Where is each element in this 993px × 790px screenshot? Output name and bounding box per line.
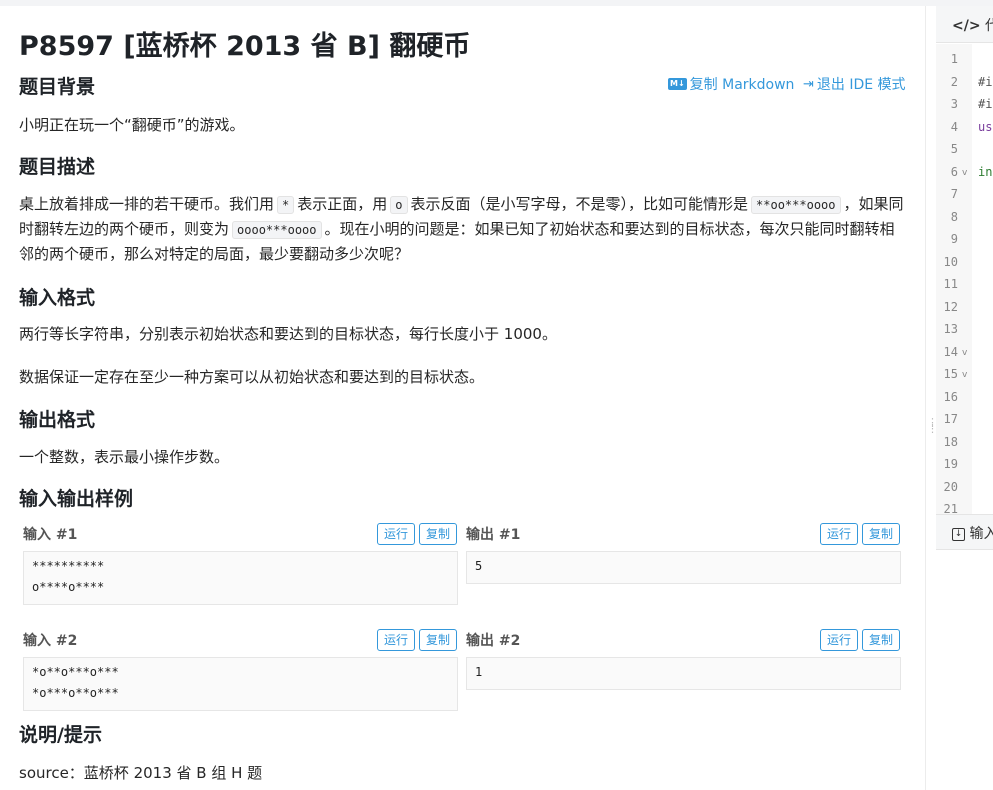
line-number: 18 [943,435,958,449]
sample-input-1: ********** o****o**** [23,551,458,605]
line-number: 15 [943,367,958,381]
code-line: us [978,120,993,134]
line-number: 20 [943,480,958,494]
line-number: 9 [950,232,958,246]
exit-ide-button[interactable]: ⇥ 退出 IDE 模式 [803,74,906,94]
section-heading-hint: 说明/提示 [19,724,102,746]
exit-ide-label: 退出 IDE 模式 [816,77,906,93]
run-button-output-1[interactable]: 运行 [820,523,858,545]
run-button-input-1[interactable]: 运行 [377,523,415,545]
line-number: 13 [943,322,958,336]
section-heading-input-format: 输入格式 [19,287,96,309]
fold-arrow-icon[interactable]: v [962,370,967,380]
line-number: 4 [950,120,958,134]
line-number: 8 [950,210,958,224]
sample-input-1-label: 输入 #1 [23,527,78,543]
line-number: 7 [950,187,958,201]
code-editor[interactable]: 1 2 3 4 5 6 v 7 8 9 10 11 12 13 14 v 15 … [936,44,993,516]
page-title: P8597 [蓝桥杯 2013 省 B] 翻硬币 [19,31,471,62]
line-number: 1 [950,52,958,66]
input-format-text-1: 两行等长字符串，分别表示初始状态和要达到的目标状态，每行长度小于 1000。 [19,325,557,343]
line-gutter: 1 2 3 4 5 6 v 7 8 9 10 11 12 13 14 v 15 … [936,44,972,516]
line-number: 14 [943,345,958,359]
copy-button-output-1[interactable]: 复制 [862,523,900,545]
markdown-icon: M↓ [668,78,687,90]
code-tab-label: 代 [985,18,993,34]
run-button-input-2[interactable]: 运行 [377,629,415,651]
input-tab-label: 输入 [969,526,993,542]
line-number: 16 [943,390,958,404]
line-number: 3 [950,97,958,111]
code-area[interactable]: #i #i us in [972,44,993,514]
input-format-text-2: 数据保证一定存在至少一种方案可以从初始状态和要达到的目标状态。 [19,368,485,386]
output-format-text: 一个整数，表示最小操作步数。 [19,448,230,466]
background-text: 小明正在玩一个“翻硬币”的游戏。 [19,116,245,134]
line-number: 5 [950,142,958,156]
line-number: 12 [943,300,958,314]
copy-markdown-button[interactable]: M↓ 复制 Markdown [668,74,794,94]
line-number: 17 [943,412,958,426]
ide-panel: </> 代 1 2 3 4 5 6 v 7 8 9 10 11 12 13 14… [936,6,993,790]
line-number: 10 [943,255,958,269]
hint-text: source：蓝桥杯 2013 省 B 组 H 题 [19,764,263,782]
inline-code-o: o [390,196,408,214]
inline-code-star: * [277,196,295,214]
copy-button-output-2[interactable]: 复制 [862,629,900,651]
code-tab[interactable]: </> 代 [936,6,993,43]
sample-input-2: *o**o***o*** *o***o**o*** [23,657,458,711]
copy-button-input-2[interactable]: 复制 [419,629,457,651]
section-heading-description: 题目描述 [19,156,96,178]
fold-arrow-icon[interactable]: v [962,348,967,358]
section-heading-background: 题目背景 [19,76,96,98]
copy-markdown-label: 复制 Markdown [689,77,795,93]
code-line: #i [978,97,993,111]
exit-icon: ⇥ [803,76,814,92]
section-heading-samples: 输入输出样例 [19,488,134,510]
sample-input-2-label: 输入 #2 [23,633,78,649]
line-number: 11 [943,277,958,291]
panel-divider[interactable] [925,6,926,790]
line-number: 6 [950,165,958,179]
inline-code-example1: **oo***oooo [751,196,841,214]
sample-output-2-label: 输出 #2 [466,633,521,649]
problem-panel: P8597 [蓝桥杯 2013 省 B] 翻硬币 题目背景 M↓ 复制 Mark… [0,6,923,790]
fold-arrow-icon[interactable]: v [962,168,967,178]
run-button-output-2[interactable]: 运行 [820,629,858,651]
section-heading-output-format: 输出格式 [19,409,96,431]
copy-button-input-1[interactable]: 复制 [419,523,457,545]
line-number: 19 [943,457,958,471]
code-line: in [978,165,993,179]
description-text: 桌上放着排成一排的若干硬币。我们用 * 表示正面，用 o 表示反面（是小写字母，不是零）… [19,195,904,263]
sample-output-1-label: 输出 #1 [466,527,521,543]
inline-code-example2: oooo***oooo [232,221,322,239]
download-icon: ↓ [952,527,965,541]
sample-output-2: 1 [466,657,901,690]
code-icon: </> [952,18,981,34]
code-line: #i [978,75,993,89]
input-tab[interactable]: ↓ 输入 [936,514,993,550]
sample-output-1: 5 [466,551,901,584]
line-number: 2 [950,75,958,89]
